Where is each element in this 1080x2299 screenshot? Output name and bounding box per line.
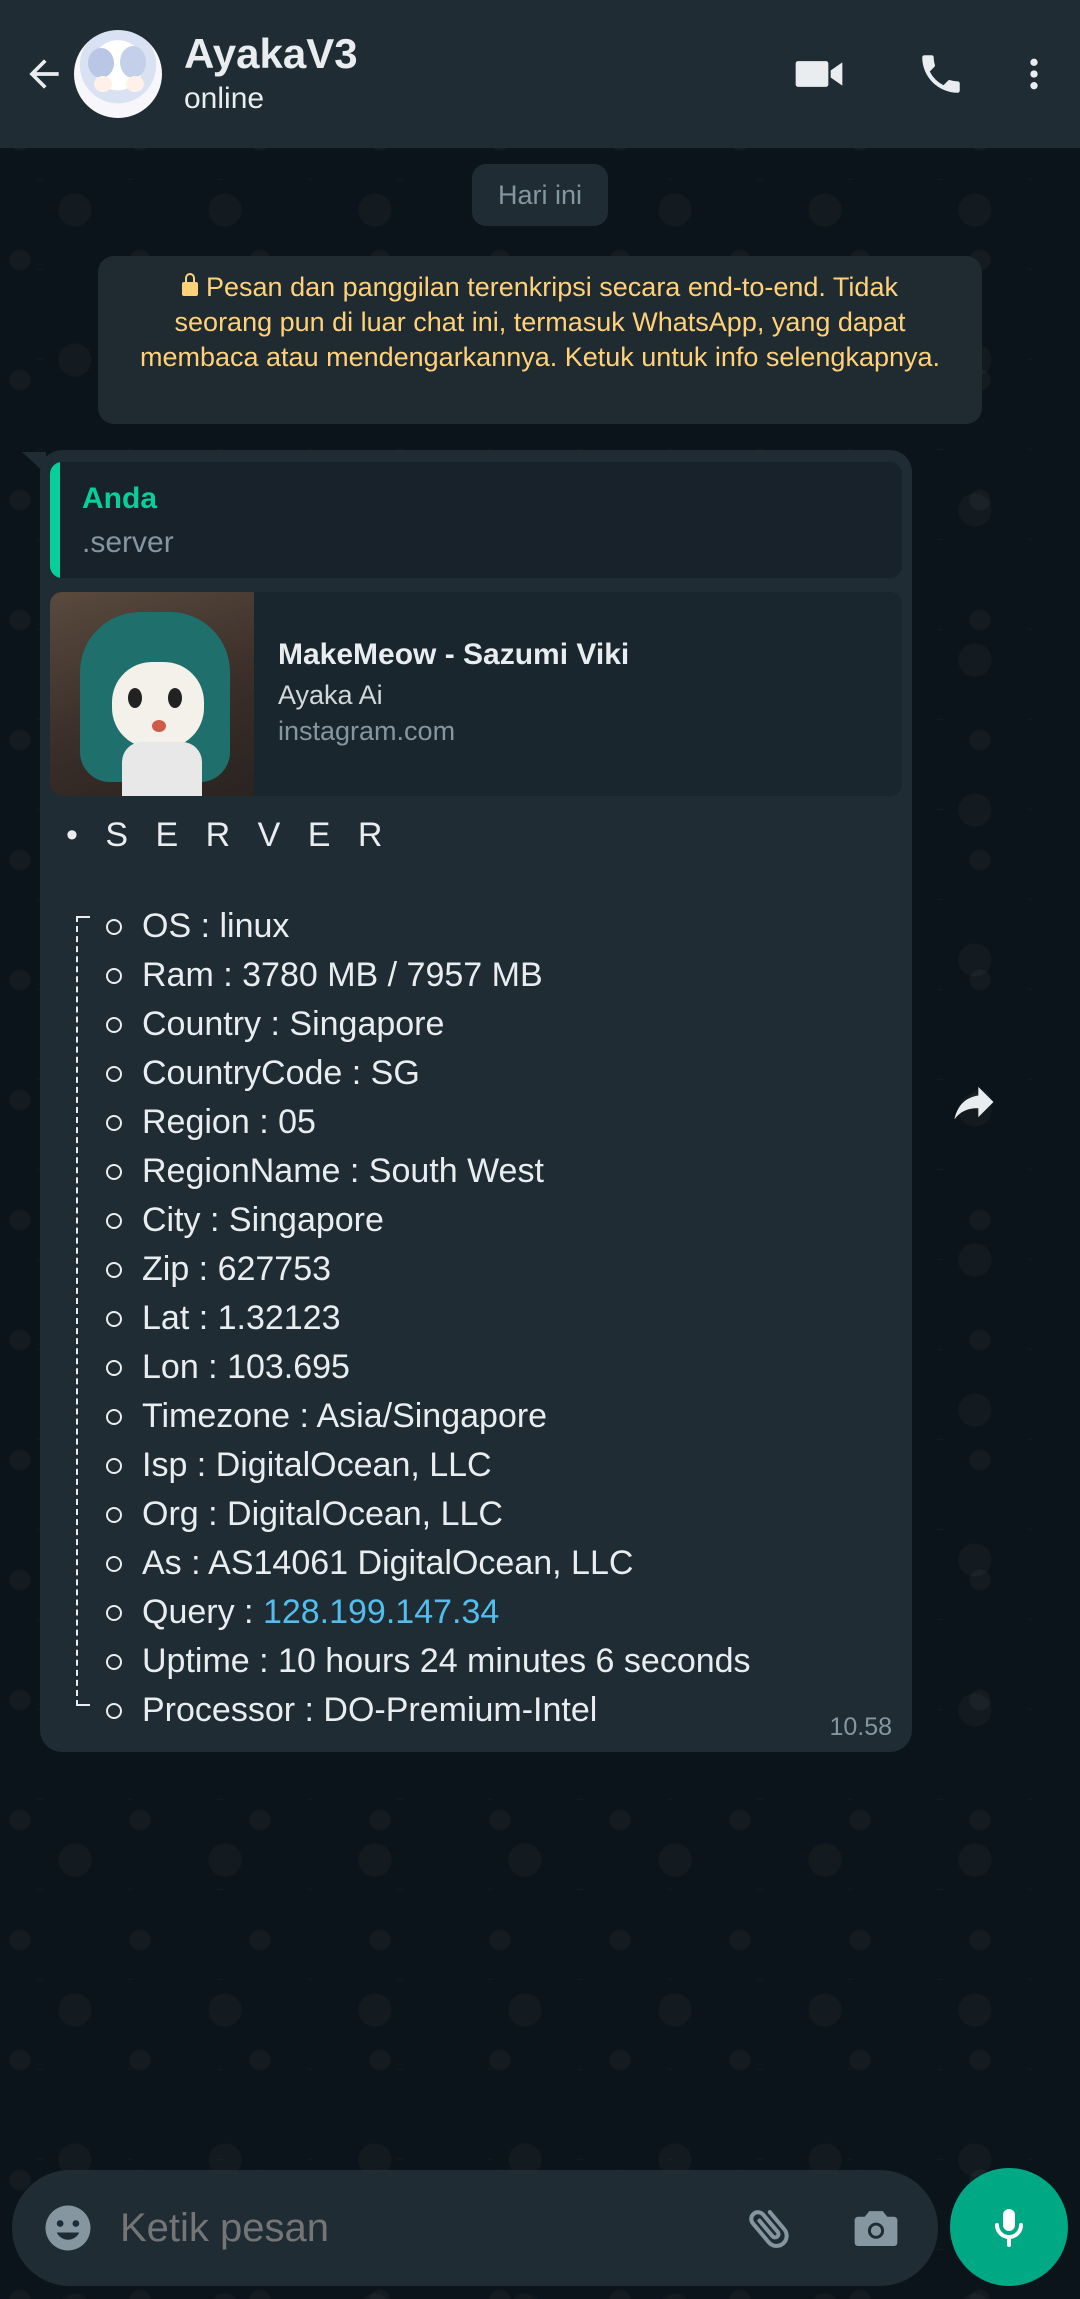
- contact-name: AyakaV3: [184, 30, 358, 77]
- list-item: Org : DigitalOcean, LLC: [106, 1490, 751, 1539]
- quote-text: .server: [82, 526, 174, 559]
- list-item: Lat : 1.32123: [106, 1294, 751, 1343]
- ip-link[interactable]: 128.199.147.34: [263, 1593, 499, 1632]
- chat-header: AyakaV3 online: [0, 0, 1080, 148]
- server-title: • S E R V E R: [66, 816, 392, 854]
- back-button[interactable]: [14, 44, 74, 104]
- list-item: Isp : DigitalOcean, LLC: [106, 1441, 751, 1490]
- video-call-button[interactable]: [774, 29, 864, 119]
- list-item: RegionName : South West: [106, 1147, 751, 1196]
- list-item: Country : Singapore: [106, 1000, 751, 1049]
- message-bubble[interactable]: Anda .server MakeMeow - Sazumi Viki Ayak…: [40, 450, 912, 1752]
- message-input[interactable]: [118, 2204, 738, 2252]
- back-arrow-icon: [29, 59, 59, 89]
- link-preview[interactable]: MakeMeow - Sazumi Viki Ayaka Ai instagra…: [50, 592, 902, 796]
- forward-button[interactable]: [946, 1074, 1002, 1130]
- tree-corner-top: [76, 916, 90, 918]
- avatar[interactable]: [74, 30, 162, 118]
- list-item: Region : 05: [106, 1098, 751, 1147]
- list-item: City : Singapore: [106, 1196, 751, 1245]
- quote-author: Anda: [82, 482, 157, 515]
- list-item: As : AS14061 DigitalOcean, LLC: [106, 1539, 751, 1588]
- list-item: Zip : 627753: [106, 1245, 751, 1294]
- attach-button[interactable]: [738, 2196, 802, 2260]
- tree-corner-bottom: [76, 1704, 90, 1706]
- encryption-notice[interactable]: Pesan dan panggilan terenkripsi secara e…: [98, 256, 982, 424]
- tree-line: [76, 916, 90, 1706]
- list-item: OS : linux: [106, 902, 751, 951]
- lock-icon: [182, 273, 199, 296]
- link-preview-title: MakeMeow - Sazumi Viki: [278, 638, 630, 671]
- message-composer: [12, 2170, 938, 2286]
- camera-button[interactable]: [844, 2196, 908, 2260]
- quote-bar: [50, 462, 60, 578]
- video-call-icon: [795, 61, 843, 87]
- link-preview-description: Ayaka Ai: [278, 680, 383, 710]
- contact-info[interactable]: AyakaV3 online: [184, 29, 774, 119]
- list-item: Timezone : Asia/Singapore: [106, 1392, 751, 1441]
- voice-message-button[interactable]: [950, 2168, 1068, 2286]
- link-preview-domain: instagram.com: [278, 716, 456, 746]
- emoji-icon: [45, 2205, 91, 2251]
- emoji-button[interactable]: [38, 2198, 98, 2258]
- contact-status: online: [184, 82, 265, 115]
- quoted-message[interactable]: Anda .server: [50, 462, 902, 578]
- phone-icon: [922, 55, 960, 93]
- camera-icon: [854, 2211, 898, 2246]
- list-item-query: Query : 128.199.147.34: [106, 1588, 751, 1637]
- link-preview-thumbnail: [50, 592, 254, 796]
- encryption-notice-text: Pesan dan panggilan terenkripsi secara e…: [139, 272, 941, 372]
- list-item: Processor : DO-Premium-Intel: [106, 1686, 751, 1735]
- server-info-list: OS : linux Ram : 3780 MB / 7957 MB Count…: [106, 902, 751, 1735]
- more-options-button[interactable]: [1004, 29, 1064, 119]
- list-item: Lon : 103.695: [106, 1343, 751, 1392]
- more-vert-icon: [1030, 58, 1038, 90]
- message-time: 10.58: [829, 1713, 892, 1741]
- list-item: Uptime : 10 hours 24 minutes 6 seconds: [106, 1637, 751, 1686]
- list-item: Ram : 3780 MB / 7957 MB: [106, 951, 751, 1000]
- forward-icon: [954, 1086, 994, 1120]
- voice-call-button[interactable]: [896, 29, 986, 119]
- date-chip: Hari ini: [472, 164, 608, 226]
- mic-icon: [995, 2209, 1023, 2247]
- attach-icon: [749, 2209, 789, 2248]
- list-item: CountryCode : SG: [106, 1049, 751, 1098]
